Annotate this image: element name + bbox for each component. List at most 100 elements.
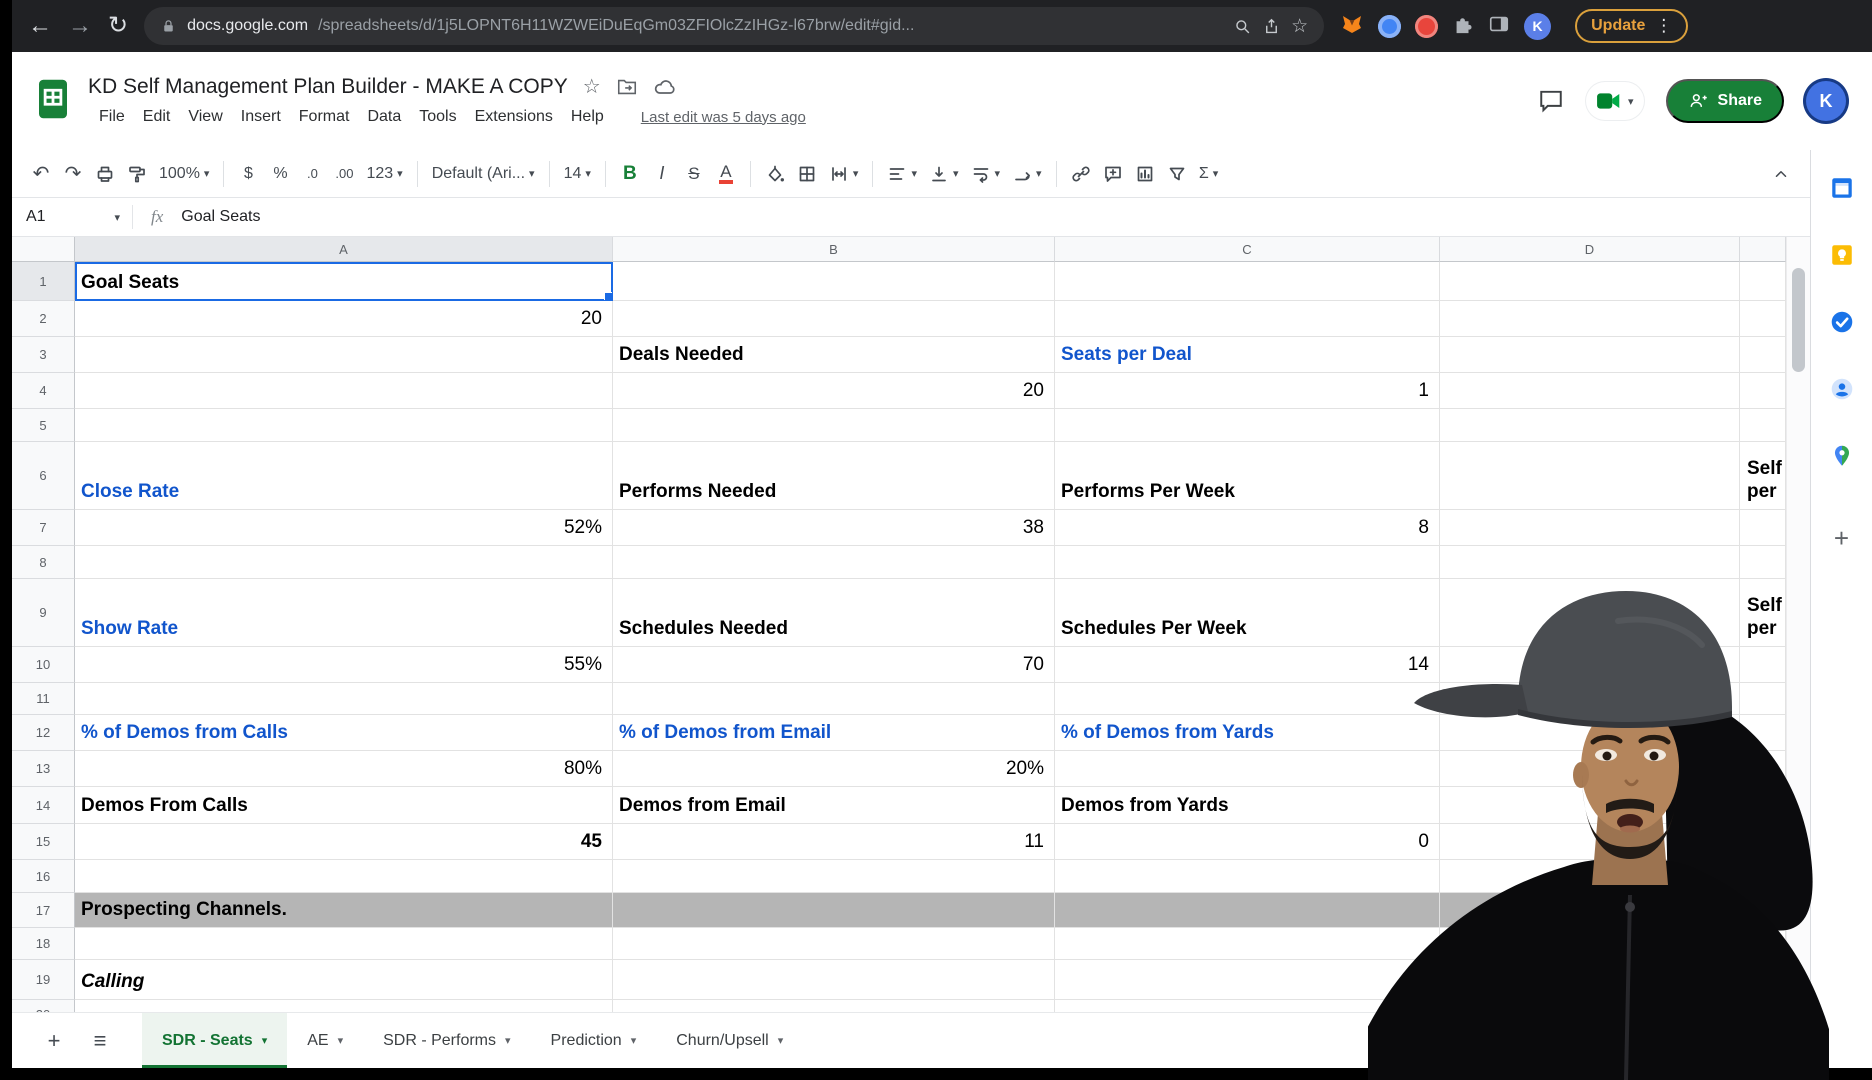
cell-B14[interactable]: Demos from Email <box>613 787 1055 824</box>
cell-A7[interactable]: 52% <box>75 510 613 546</box>
cell-A6[interactable]: Close Rate <box>75 442 613 510</box>
share-button[interactable]: Share <box>1665 79 1784 123</box>
cell-B7[interactable]: 38 <box>613 510 1055 546</box>
cell-B2[interactable] <box>613 301 1055 337</box>
fill-handle[interactable] <box>604 292 612 300</box>
share-page-icon[interactable] <box>1262 17 1281 36</box>
row-header-17[interactable]: 17 <box>12 893 75 928</box>
bold-button[interactable]: B <box>615 157 645 191</box>
cell-A15[interactable]: 45 <box>75 824 613 860</box>
zoom-select[interactable]: 100% ▾ <box>154 157 214 191</box>
scrollbar-thumb[interactable] <box>1792 268 1805 372</box>
cell-B10[interactable]: 70 <box>613 647 1055 683</box>
menu-extensions[interactable]: Extensions <box>466 106 562 128</box>
back-icon[interactable]: ← <box>28 14 52 38</box>
sheet-tab-churn-upsell[interactable]: Churn/Upsell ▾ <box>656 1013 803 1068</box>
row-header-9[interactable]: 9 <box>12 579 75 647</box>
cell-A11[interactable] <box>75 683 613 715</box>
meet-join-button[interactable]: ▾ <box>1586 82 1644 120</box>
cell-B19[interactable] <box>613 960 1055 1000</box>
sheet-tab-sdr-performs[interactable]: SDR - Performs ▾ <box>363 1013 530 1068</box>
row-header-20[interactable]: 20 <box>12 1000 75 1012</box>
undo-button[interactable]: ↶ <box>26 157 56 191</box>
blue-extension-icon[interactable] <box>1378 14 1402 38</box>
cell-C8[interactable] <box>1055 546 1440 579</box>
cell-D5[interactable] <box>1440 409 1740 442</box>
cell-E3[interactable] <box>1740 337 1786 373</box>
contacts-icon[interactable] <box>1828 375 1855 402</box>
cell-A2[interactable]: 20 <box>75 301 613 337</box>
star-document-icon[interactable]: ☆ <box>583 74 601 99</box>
cell-C1[interactable] <box>1055 262 1440 301</box>
menu-file[interactable]: File <box>90 106 134 128</box>
menu-view[interactable]: View <box>179 106 231 128</box>
cell-A12[interactable]: % of Demos from Calls <box>75 715 613 751</box>
text-color-button[interactable]: A <box>711 157 741 191</box>
column-header-C[interactable]: C <box>1055 237 1440 262</box>
column-header-A[interactable]: A <box>75 237 613 262</box>
menu-help[interactable]: Help <box>562 106 613 128</box>
cell-A1[interactable]: Goal Seats <box>75 262 613 301</box>
row-header-3[interactable]: 3 <box>12 337 75 373</box>
hide-toolbar-button[interactable] <box>1766 157 1796 191</box>
all-sheets-button[interactable]: ≡ <box>80 1028 120 1054</box>
row-header-2[interactable]: 2 <box>12 301 75 337</box>
red-extension-icon[interactable] <box>1415 14 1439 38</box>
row-header-10[interactable]: 10 <box>12 647 75 683</box>
cell-D2[interactable] <box>1440 301 1740 337</box>
column-header-E[interactable] <box>1740 237 1786 262</box>
row-header-7[interactable]: 7 <box>12 510 75 546</box>
cell-A5[interactable] <box>75 409 613 442</box>
cell-B15[interactable]: 11 <box>613 824 1055 860</box>
cell-C3[interactable]: Seats per Deal <box>1055 337 1440 373</box>
cell-A19[interactable]: Calling <box>75 960 613 1000</box>
cell-A14[interactable]: Demos From Calls <box>75 787 613 824</box>
row-header-18[interactable]: 18 <box>12 928 75 960</box>
search-icon[interactable] <box>1233 17 1252 36</box>
insert-link-button[interactable] <box>1066 157 1096 191</box>
forward-icon[interactable]: → <box>68 14 92 38</box>
cell-B11[interactable] <box>613 683 1055 715</box>
cell-B8[interactable] <box>613 546 1055 579</box>
cell-E7[interactable] <box>1740 510 1786 546</box>
format-percent-button[interactable]: % <box>265 157 295 191</box>
metamask-extension-icon[interactable] <box>1340 12 1364 41</box>
cell-A10[interactable]: 55% <box>75 647 613 683</box>
strikethrough-button[interactable]: S <box>679 157 709 191</box>
cell-B17[interactable] <box>613 893 1055 928</box>
row-header-15[interactable]: 15 <box>12 824 75 860</box>
paint-format-button[interactable] <box>122 157 152 191</box>
sheet-tab-prediction[interactable]: Prediction ▾ <box>531 1013 657 1068</box>
text-wrap-select[interactable]: ▾ <box>966 157 1006 191</box>
cell-D1[interactable] <box>1440 262 1740 301</box>
cell-A9[interactable]: Show Rate <box>75 579 613 647</box>
insert-comment-button[interactable] <box>1098 157 1128 191</box>
row-header-11[interactable]: 11 <box>12 683 75 715</box>
address-bar[interactable]: docs.google.com/spreadsheets/d/1j5LOPNT6… <box>144 7 1325 45</box>
browser-menu-kebab-icon[interactable]: ⋮ <box>1655 16 1672 36</box>
text-rotation-select[interactable]: ▾ <box>1007 157 1047 191</box>
cell-B16[interactable] <box>613 860 1055 893</box>
cell-B12[interactable]: % of Demos from Email <box>613 715 1055 751</box>
cell-B4[interactable]: 20 <box>613 373 1055 409</box>
sheets-logo-icon[interactable] <box>32 78 74 125</box>
cell-A20[interactable] <box>75 1000 613 1012</box>
sheet-tab-ae[interactable]: AE ▾ <box>287 1013 363 1068</box>
row-header-13[interactable]: 13 <box>12 751 75 787</box>
browser-profile-avatar[interactable]: K <box>1524 12 1552 40</box>
row-header-12[interactable]: 12 <box>12 715 75 751</box>
menu-tools[interactable]: Tools <box>410 106 465 128</box>
name-box[interactable]: A1 ▾ <box>12 208 132 226</box>
cell-B13[interactable]: 20% <box>613 751 1055 787</box>
row-header-4[interactable]: 4 <box>12 373 75 409</box>
cell-C5[interactable] <box>1055 409 1440 442</box>
column-header-B[interactable]: B <box>613 237 1055 262</box>
menu-edit[interactable]: Edit <box>134 106 180 128</box>
grid-corner[interactable] <box>12 237 75 262</box>
row-header-5[interactable]: 5 <box>12 409 75 442</box>
maps-icon[interactable] <box>1828 442 1855 469</box>
insert-chart-button[interactable] <box>1130 157 1160 191</box>
format-currency-button[interactable]: $ <box>233 157 263 191</box>
reload-icon[interactable]: ↻ <box>108 14 128 38</box>
cell-B5[interactable] <box>613 409 1055 442</box>
